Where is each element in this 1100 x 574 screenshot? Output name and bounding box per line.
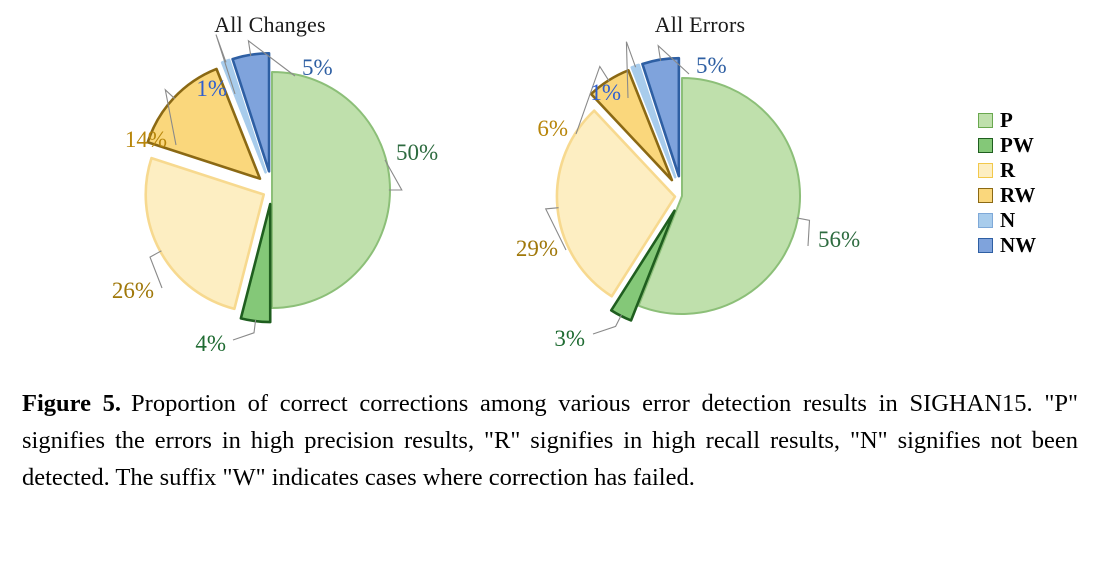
figure-caption-text: Proportion of correct corrections among … — [22, 390, 1078, 492]
pie-label-leader-line — [232, 319, 257, 341]
pie-svg-all-errors: 56% 3% 29% 6% 1% 5% — [516, 41, 860, 351]
legend-swatch-icon — [978, 138, 993, 153]
pie-value-label-r: 29% — [516, 236, 558, 261]
pie-value-label-rw: 14% — [125, 127, 167, 152]
legend-item-label: P — [1000, 108, 1013, 132]
pie-value-label-n: 1% — [196, 76, 227, 101]
pie-value-label-r: 26% — [112, 278, 154, 303]
pie-chart-all-changes: All Changes 50% 4% 26% 14% 1% 5% — [30, 0, 510, 378]
legend-item-r[interactable]: R — [978, 158, 1088, 183]
legend-item-label: PW — [1000, 133, 1034, 157]
pie-label-leader-line — [592, 314, 622, 335]
pie-value-label-rw: 6% — [537, 116, 568, 141]
pie-value-label-p: 56% — [818, 227, 860, 252]
legend-item-nw[interactable]: NW — [978, 233, 1088, 258]
legend-item-n[interactable]: N — [978, 208, 1088, 233]
legend-item-rw[interactable]: RW — [978, 183, 1088, 208]
pie-value-label-nw: 5% — [696, 53, 727, 78]
legend-item-label: R — [1000, 158, 1016, 182]
legend-item-label: N — [1000, 208, 1016, 232]
pie-slice-r[interactable] — [144, 156, 266, 311]
legend-item-label: RW — [1000, 183, 1036, 207]
legend-swatch-icon — [978, 213, 993, 228]
legend-swatch-icon — [978, 188, 993, 203]
figure-caption-label: Figure 5. — [22, 390, 122, 417]
pie-svg-all-changes: 50% 4% 26% 14% 1% 5% — [112, 34, 438, 356]
legend-item-p[interactable]: P — [978, 108, 1088, 133]
legend-item-label: NW — [1000, 233, 1037, 257]
chart-legend: P PW R RW N NW — [978, 108, 1088, 258]
legend-swatch-icon — [978, 113, 993, 128]
pie-slice-p[interactable] — [271, 71, 391, 309]
legend-swatch-icon — [978, 238, 993, 253]
legend-item-pw[interactable]: PW — [978, 133, 1088, 158]
legend-swatch-icon — [978, 163, 993, 178]
figure-root: All Changes 50% 4% 26% 14% 1% 5% All Errors 5… — [0, 0, 1100, 574]
pie-chart-all-errors: All Errors 56% 3% 29% 6% 1% 5% — [460, 0, 940, 378]
pie-value-label-pw: 3% — [554, 326, 585, 351]
pie-value-label-n: 1% — [590, 80, 621, 105]
pie-label-leader-line — [796, 217, 811, 247]
figure-caption: Figure 5. Proportion of correct correctio… — [22, 385, 1078, 497]
pie-value-label-pw: 4% — [195, 331, 226, 356]
pie-value-label-p: 50% — [396, 140, 438, 165]
pie-value-label-nw: 5% — [302, 55, 333, 80]
charts-area: All Changes 50% 4% 26% 14% 1% 5% All Errors 5… — [0, 0, 1100, 378]
